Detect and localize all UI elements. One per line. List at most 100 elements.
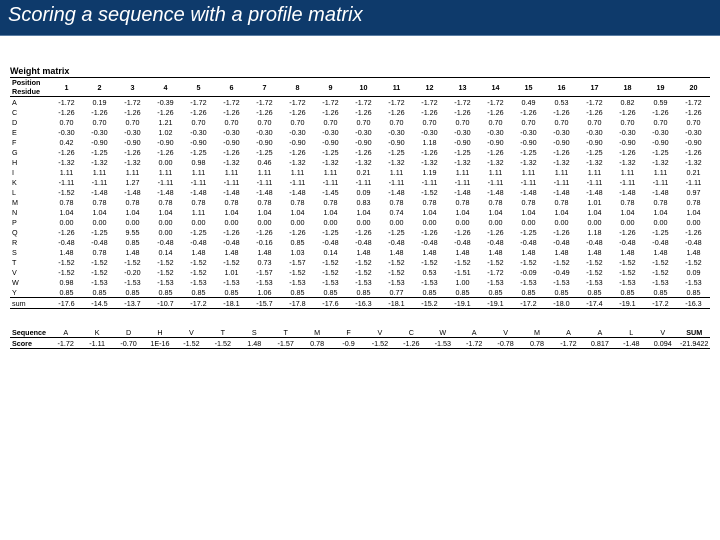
matrix-cell: -1.25	[182, 227, 215, 237]
matrix-cell: -1.72	[347, 97, 380, 108]
matrix-cell: -0.48	[446, 237, 479, 247]
matrix-cell: 0.00	[512, 217, 545, 227]
seq-11: V	[364, 327, 395, 338]
matrix-cell: 0.82	[611, 97, 644, 108]
matrix-cell: 0.83	[347, 197, 380, 207]
sum-cell: -16.3	[347, 298, 380, 309]
matrix-cell: 0.00	[644, 217, 677, 227]
seq-15: V	[490, 327, 521, 338]
matrix-cell: -1.72	[413, 97, 446, 108]
matrix-cell: -1.26	[116, 107, 149, 117]
pos-14: 14	[479, 78, 512, 97]
matrix-cell: 0.59	[644, 97, 677, 108]
matrix-cell: 0.85	[347, 287, 380, 298]
seq-5: V	[176, 327, 207, 338]
pos-9: 9	[314, 78, 347, 97]
score-1: -1.72	[50, 338, 81, 349]
matrix-cell: -1.26	[50, 227, 83, 237]
matrix-cell: -0.30	[380, 127, 413, 137]
seq-18: A	[584, 327, 615, 338]
sum-label: sum	[10, 298, 50, 309]
sum-cell: -15.7	[248, 298, 281, 309]
score-12: -1.26	[396, 338, 427, 349]
matrix-cell: 1.11	[545, 167, 578, 177]
matrix-cell: -0.30	[512, 127, 545, 137]
seq-10: F	[333, 327, 364, 338]
matrix-row: C-1.26-1.26-1.26-1.26-1.26-1.26-1.26-1.2…	[10, 107, 710, 117]
pos-7: 7	[248, 78, 281, 97]
matrix-cell: -1.11	[83, 177, 116, 187]
matrix-cell: -0.48	[677, 237, 710, 247]
matrix-cell: -1.72	[182, 97, 215, 108]
sequence-row: Sequence A K D H V T S T M F V C W A V M…	[10, 327, 710, 338]
matrix-cell: -1.72	[215, 97, 248, 108]
matrix-cell: 0.70	[446, 117, 479, 127]
matrix-cell: 0.78	[545, 197, 578, 207]
matrix-cell: -1.52	[545, 257, 578, 267]
matrix-cell: 0.98	[182, 157, 215, 167]
matrix-cell: -1.52	[116, 257, 149, 267]
matrix-cell: 0.53	[545, 97, 578, 108]
matrix-cell: 1.03	[281, 247, 314, 257]
matrix-cell: 1.04	[677, 207, 710, 217]
matrix-cell: -1.26	[611, 227, 644, 237]
matrix-cell: 1.11	[182, 207, 215, 217]
matrix-cell: 1.11	[50, 167, 83, 177]
matrix-cell: -1.53	[545, 277, 578, 287]
matrix-cell: -0.30	[215, 127, 248, 137]
matrix-cell: 1.48	[479, 247, 512, 257]
score-13: -1.53	[427, 338, 458, 349]
matrix-cell: -1.32	[281, 157, 314, 167]
matrix-cell: -1.52	[380, 257, 413, 267]
matrix-cell: 1.04	[314, 207, 347, 217]
residue-label: D	[10, 117, 50, 127]
matrix-cell: -1.48	[578, 187, 611, 197]
matrix-cell: 1.27	[116, 177, 149, 187]
sum-header: SUM	[678, 327, 710, 338]
matrix-cell: -1.52	[149, 267, 182, 277]
matrix-cell: -0.30	[644, 127, 677, 137]
matrix-cell: 1.04	[446, 207, 479, 217]
matrix-cell: 1.19	[413, 167, 446, 177]
matrix-cell: -0.30	[182, 127, 215, 137]
matrix-cell: -1.26	[611, 147, 644, 157]
sum-cell: -17.8	[281, 298, 314, 309]
matrix-row: D0.700.700.701.210.700.700.700.700.700.7…	[10, 117, 710, 127]
matrix-cell: 0.78	[611, 197, 644, 207]
matrix-cell: 1.48	[644, 247, 677, 257]
matrix-row: G-1.26-1.25-1.26-1.26-1.25-1.26-1.25-1.2…	[10, 147, 710, 157]
matrix-cell: 1.11	[644, 167, 677, 177]
score-11: -1.52	[364, 338, 395, 349]
matrix-cell: 1.01	[578, 197, 611, 207]
matrix-cell: -1.11	[281, 177, 314, 187]
matrix-cell: 0.00	[116, 217, 149, 227]
residue-label: L	[10, 187, 50, 197]
matrix-cell: -0.90	[347, 137, 380, 147]
sum-cell: -10.7	[149, 298, 182, 309]
matrix-row: M0.780.780.780.780.780.780.780.780.780.8…	[10, 197, 710, 207]
matrix-cell: 0.85	[50, 287, 83, 298]
sum-cell: -16.3	[677, 298, 710, 309]
sum-cell: -13.7	[116, 298, 149, 309]
matrix-cell: 0.70	[50, 117, 83, 127]
matrix-cell: 1.04	[578, 207, 611, 217]
matrix-cell: 0.85	[677, 287, 710, 298]
sum-cell: -15.2	[413, 298, 446, 309]
matrix-cell: 1.04	[413, 207, 446, 217]
matrix-cell: -1.26	[677, 107, 710, 117]
matrix-cell: 0.70	[248, 117, 281, 127]
residue-label: V	[10, 267, 50, 277]
matrix-cell: 0.98	[50, 277, 83, 287]
matrix-cell: -0.48	[182, 237, 215, 247]
matrix-cell: -1.52	[644, 257, 677, 267]
matrix-cell: -1.26	[83, 107, 116, 117]
matrix-cell: -1.51	[446, 267, 479, 277]
matrix-cell: -0.30	[281, 127, 314, 137]
matrix-cell: -0.48	[644, 237, 677, 247]
matrix-cell: -1.11	[413, 177, 446, 187]
matrix-cell: 0.00	[578, 217, 611, 227]
matrix-cell: 1.11	[479, 167, 512, 177]
matrix-row: N1.041.041.041.041.111.041.041.041.041.0…	[10, 207, 710, 217]
pos-12: 12	[413, 78, 446, 97]
matrix-cell: 1.48	[215, 247, 248, 257]
